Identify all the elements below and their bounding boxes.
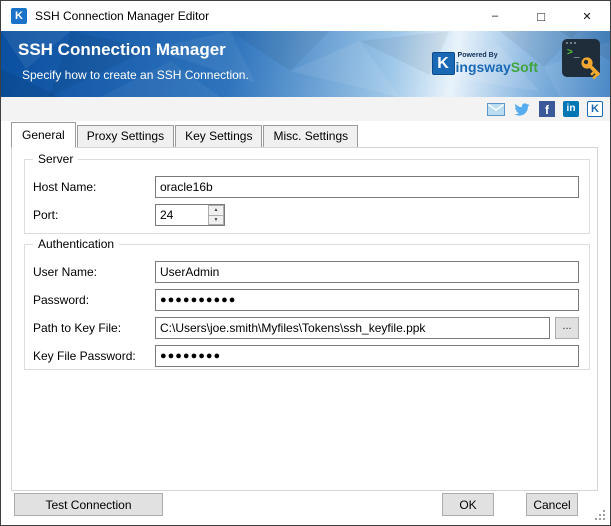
key-file-row: Path to Key File: ... xyxy=(33,317,579,339)
logo-name-soft: Soft xyxy=(510,59,538,75)
general-tab-panel: Server Host Name: Port: ▲ ▼ Authenticati… xyxy=(11,147,598,491)
window-controls: – □ ✕ xyxy=(472,1,610,31)
server-groupbox: Server Host Name: Port: ▲ ▼ xyxy=(24,152,590,234)
host-name-label: Host Name: xyxy=(33,180,97,194)
logo-name-kingsway: ingsway xyxy=(455,59,511,75)
ssh-terminal-icon: > _ xyxy=(562,39,600,80)
facebook-icon[interactable]: f xyxy=(539,101,555,117)
tab-proxy-settings[interactable]: Proxy Settings xyxy=(76,125,175,147)
ssh-connection-manager-editor-window: K SSH Connection Manager Editor – □ ✕ SS… xyxy=(0,0,611,526)
linkedin-icon[interactable]: in xyxy=(563,101,579,117)
password-label: Password: xyxy=(33,293,90,307)
key-file-path-label: Path to Key File: xyxy=(33,321,122,335)
user-name-label: User Name: xyxy=(33,265,98,279)
port-row: Port: ▲ ▼ xyxy=(33,204,579,226)
kingswaysoft-badge-icon[interactable]: K xyxy=(587,101,603,117)
window-title: SSH Connection Manager Editor xyxy=(35,9,210,23)
server-groupbox-legend: Server xyxy=(33,152,79,166)
twitter-icon[interactable] xyxy=(513,102,531,117)
kingswaysoft-logo-name: ingswaySoft xyxy=(456,60,538,75)
authentication-groupbox: Authentication User Name: Password: Path… xyxy=(24,237,590,370)
cancel-button[interactable]: Cancel xyxy=(526,493,578,516)
port-spinner: ▲ ▼ xyxy=(208,205,224,225)
maximize-button[interactable]: □ xyxy=(518,1,564,31)
key-file-path-input[interactable] xyxy=(155,317,550,339)
spin-down-icon[interactable]: ▼ xyxy=(208,214,224,225)
terminal-prompt-glyph: > xyxy=(567,47,573,58)
close-button[interactable]: ✕ xyxy=(564,1,610,31)
email-icon[interactable] xyxy=(487,102,505,116)
spin-up-icon[interactable]: ▲ xyxy=(208,205,224,215)
tab-key-settings[interactable]: Key Settings xyxy=(175,125,263,147)
tab-strip: General Proxy Settings Key Settings Misc… xyxy=(1,121,610,148)
resize-grip[interactable] xyxy=(595,510,597,512)
host-name-row: Host Name: xyxy=(33,176,579,198)
banner-header: SSH Connection Manager Specify how to cr… xyxy=(1,31,610,97)
browse-key-file-button[interactable]: ... xyxy=(555,317,579,339)
kingswaysoft-logo-k-icon: K xyxy=(431,52,455,75)
user-name-row: User Name: xyxy=(33,261,579,283)
host-name-input[interactable] xyxy=(155,176,579,198)
test-connection-button[interactable]: Test Connection xyxy=(14,493,163,516)
key-file-password-input[interactable] xyxy=(155,345,579,367)
kingswaysoft-logo-text: Powered By ingswaySoft xyxy=(456,52,538,75)
port-stepper: ▲ ▼ xyxy=(155,204,225,226)
tab-misc-settings[interactable]: Misc. Settings xyxy=(263,125,359,147)
authentication-groupbox-legend: Authentication xyxy=(33,237,120,251)
port-label: Port: xyxy=(33,208,59,222)
kingswaysoft-logo: K Powered By ingswaySoft xyxy=(431,52,538,75)
key-file-password-row: Key File Password: xyxy=(33,345,579,367)
key-file-password-label: Key File Password: xyxy=(33,349,136,363)
page-subtitle: Specify how to create an SSH Connection. xyxy=(22,68,249,82)
ok-button[interactable]: OK xyxy=(442,493,494,516)
password-input[interactable] xyxy=(155,289,579,311)
app-icon: K xyxy=(11,8,27,24)
tab-general[interactable]: General xyxy=(11,122,76,148)
terminal-window-dots-icon xyxy=(566,42,576,44)
key-icon xyxy=(581,57,600,80)
minimize-button[interactable]: – xyxy=(472,1,518,31)
password-row: Password: xyxy=(33,289,579,311)
page-title: SSH Connection Manager xyxy=(18,40,226,59)
titlebar: K SSH Connection Manager Editor – □ ✕ xyxy=(1,1,610,31)
user-name-input[interactable] xyxy=(155,261,579,283)
social-links-bar: f in K xyxy=(1,97,610,121)
